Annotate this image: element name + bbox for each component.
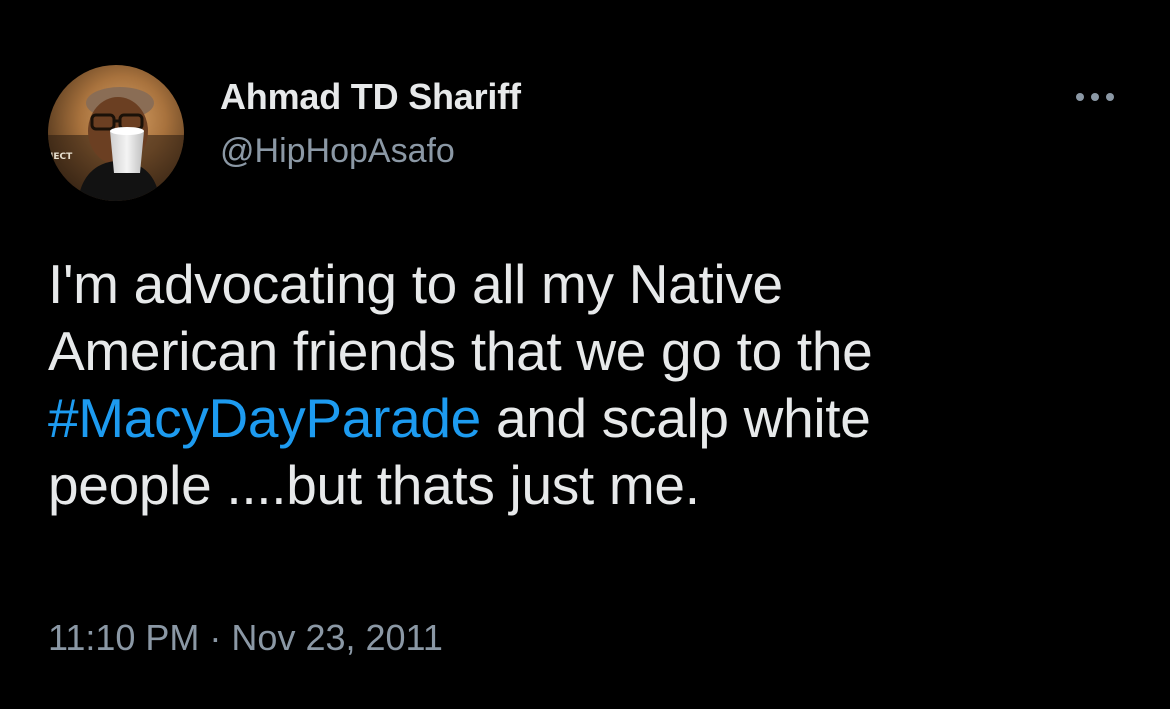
tweet-text: I'm advocating to all my Native American… — [48, 251, 1138, 519]
hashtag-link[interactable]: #MacyDayParade — [48, 387, 481, 449]
more-horizontal-icon — [1076, 93, 1114, 101]
tweet-text-line: I'm advocating to all my Native — [48, 253, 783, 315]
author-display-name[interactable]: Ahmad TD Shariff — [220, 76, 521, 118]
more-options-button[interactable] — [1068, 80, 1124, 114]
tweet-text-line: American friends that we go to the — [48, 320, 873, 382]
tweet-timestamp[interactable]: 11:10 PM · Nov 23, 2011 — [48, 617, 443, 659]
author-handle[interactable]: @HipHopAsafo — [220, 132, 455, 171]
timestamp-date: Nov 23, 2011 — [231, 617, 443, 658]
tweet-text-line: #MacyDayParade and scalp white — [48, 385, 1138, 452]
avatar[interactable]: JECT — [48, 65, 184, 201]
timestamp-separator: · — [199, 617, 232, 658]
tweet-text-line: people ....but thats just me. — [48, 454, 700, 516]
timestamp-time: 11:10 PM — [48, 617, 200, 658]
tweet-card: JECT Ahmad TD Shariff @HipHopAsafo I'm a… — [0, 0, 1170, 709]
tweet-text-segment: and scalp white — [480, 387, 871, 449]
svg-text:JECT: JECT — [49, 152, 73, 162]
avatar-image: JECT — [48, 65, 184, 201]
